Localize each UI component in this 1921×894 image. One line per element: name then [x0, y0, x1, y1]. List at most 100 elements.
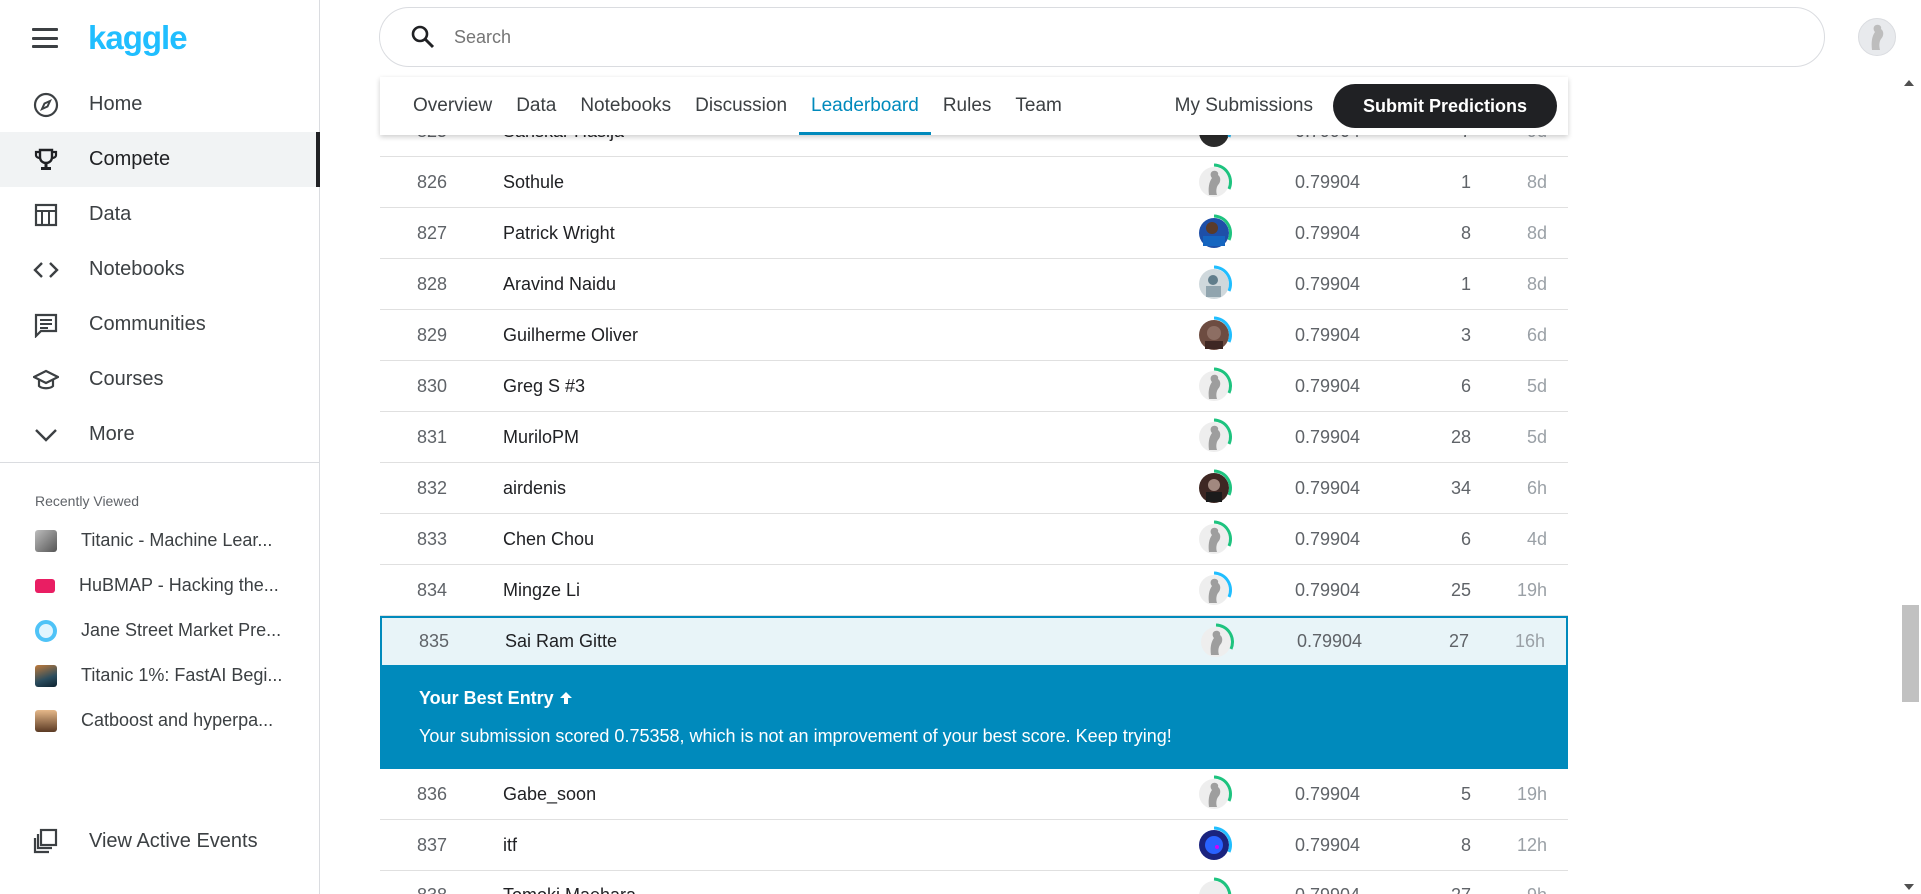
score-cell: 0.79904 — [1295, 834, 1361, 855]
team-name-cell[interactable]: Gabe_soon — [503, 784, 596, 805]
table-row[interactable]: 837 itf 0.79904 8 12h — [380, 820, 1568, 871]
tab-leaderboard[interactable]: Leaderboard — [799, 77, 931, 135]
team-avatar[interactable] — [1195, 469, 1233, 507]
score-cell: 0.79904 — [1295, 885, 1360, 894]
team-avatar[interactable] — [1195, 316, 1233, 354]
sidebar-item-home[interactable]: Home — [0, 77, 320, 132]
last-submission-cell: 8d — [1526, 273, 1547, 294]
rank-cell: 834 — [417, 579, 448, 600]
entries-cell: 1 — [1460, 171, 1471, 192]
search-bar[interactable] — [379, 7, 1825, 67]
table-icon — [32, 201, 60, 229]
team-avatar[interactable] — [1195, 367, 1233, 405]
search-input[interactable] — [454, 26, 1354, 48]
team-avatar[interactable] — [1195, 877, 1233, 894]
team-name-cell[interactable]: Patrick Wright — [503, 223, 615, 244]
team-avatar[interactable] — [1195, 214, 1233, 252]
scrollbar-thumb[interactable] — [1902, 605, 1919, 702]
table-row[interactable]: 834 Mingze Li 0.79904 25 19h — [380, 565, 1568, 616]
sidebar-item-more[interactable]: More — [0, 407, 320, 462]
team-avatar[interactable] — [1195, 826, 1233, 864]
team-name-cell[interactable]: Mingze Li — [503, 580, 580, 601]
team-name-cell[interactable]: Chen Chou — [503, 529, 594, 550]
recent-item[interactable]: Catboost and hyperpa... — [0, 698, 320, 743]
team-avatar[interactable] — [1195, 571, 1233, 609]
active-events-icon — [32, 827, 60, 855]
my-submissions-link[interactable]: My Submissions — [1175, 95, 1313, 117]
recently-viewed-title: Recently Viewed — [35, 493, 140, 509]
team-avatar[interactable] — [1195, 418, 1233, 456]
jane-street-thumbnail-icon — [35, 619, 57, 642]
titanic-thumbnail-icon — [35, 529, 57, 552]
team-name-cell[interactable]: airdenis — [503, 478, 566, 499]
scroll-down-arrow-icon[interactable] — [1904, 884, 1914, 890]
table-row[interactable]: 833 Chen Chou 0.79904 6 4d — [380, 514, 1568, 565]
team-name-cell[interactable]: Sai Ram Gitte — [505, 631, 617, 652]
table-row[interactable]: 830 Greg S #3 0.79904 6 5d — [380, 361, 1568, 412]
recent-item[interactable]: Titanic 1%: FastAI Begi... — [0, 653, 320, 698]
team-name-cell[interactable]: Sothule — [503, 172, 564, 193]
entries-cell: 8 — [1460, 222, 1471, 243]
table-row[interactable]: 826 Sothule 0.79904 1 8d — [380, 157, 1568, 208]
rank-cell: 828 — [417, 273, 448, 294]
sidebar-item-communities[interactable]: Communities — [0, 297, 320, 352]
page-scrollbar[interactable] — [1899, 74, 1921, 894]
tab-discussion[interactable]: Discussion — [683, 77, 799, 135]
kaggle-logo[interactable]: kaggle — [88, 20, 188, 56]
table-row[interactable]: 832 airdenis 0.79904 34 6h — [380, 463, 1568, 514]
sidebar-item-label: More — [89, 423, 135, 445]
compass-icon — [32, 91, 60, 119]
team-avatar[interactable] — [1195, 520, 1233, 558]
team-avatar[interactable] — [1197, 623, 1235, 661]
team-avatar[interactable] — [1195, 163, 1233, 201]
table-row[interactable]: 838 Tomoki Maehara 0.79904 27 9h — [380, 871, 1568, 894]
highlighted-row[interactable]: 835 Sai Ram Gitte 0.79904 27 16h — [380, 616, 1568, 667]
sidebar-item-label: Data — [89, 203, 132, 225]
entries-cell: 27 — [1451, 885, 1471, 894]
table-row[interactable]: 827 Patrick Wright 0.79904 8 8d — [380, 208, 1568, 259]
team-name-cell[interactable]: MuriloPM — [503, 427, 579, 448]
sidebar-item-compete[interactable]: Compete — [0, 132, 320, 187]
sidebar-item-courses[interactable]: Courses — [0, 352, 320, 407]
active-events-label: View Active Events — [89, 829, 258, 852]
fastai-thumbnail-icon — [35, 664, 57, 687]
user-avatar[interactable] — [1858, 18, 1896, 56]
tab-notebooks[interactable]: Notebooks — [568, 77, 683, 135]
last-submission-cell: 5d — [1526, 426, 1547, 447]
tab-rules[interactable]: Rules — [931, 77, 1004, 135]
tab-overview[interactable]: Overview — [401, 77, 504, 135]
school-icon — [32, 366, 60, 394]
team-avatar[interactable] — [1195, 265, 1233, 303]
hamburger-menu-icon[interactable] — [32, 28, 58, 48]
team-name-cell[interactable]: itf — [503, 835, 517, 856]
last-submission-cell: 12h — [1516, 834, 1547, 855]
team-name-cell[interactable]: Aravind Naidu — [503, 274, 616, 295]
scroll-up-arrow-icon[interactable] — [1904, 80, 1914, 86]
team-name-cell[interactable]: Greg S #3 — [503, 376, 585, 397]
tab-data[interactable]: Data — [504, 77, 568, 135]
table-row[interactable]: 829 Guilherme Oliver 0.79904 3 6d — [380, 310, 1568, 361]
last-submission-cell: 19h — [1516, 783, 1547, 804]
recent-item[interactable]: HuBMAP - Hacking the... — [0, 563, 320, 608]
entries-cell: 6 — [1460, 528, 1471, 549]
sidebar-item-data[interactable]: Data — [0, 187, 320, 242]
recent-item[interactable]: Titanic - Machine Lear... — [0, 518, 320, 563]
sidebar-item-notebooks[interactable]: Notebooks — [0, 242, 320, 297]
view-active-events-link[interactable]: View Active Events — [32, 827, 258, 855]
team-name-cell[interactable]: Guilherme Oliver — [503, 325, 638, 346]
entries-cell: 3 — [1460, 324, 1471, 345]
team-avatar[interactable] — [1195, 775, 1233, 813]
table-row[interactable]: 828 Aravind Naidu 0.79904 1 8d — [380, 259, 1568, 310]
tab-team[interactable]: Team — [1003, 77, 1073, 135]
submit-predictions-button[interactable]: Submit Predictions — [1332, 84, 1557, 128]
team-name-cell[interactable]: Tomoki Maehara — [503, 885, 636, 894]
recent-item[interactable]: Jane Street Market Pre... — [0, 608, 320, 653]
table-row[interactable]: 836 Gabe_soon 0.79904 5 19h — [380, 769, 1568, 820]
rank-cell: 829 — [417, 324, 448, 345]
leaderboard-rows: 826 Sothule 0.79904 1 8d 827 Patrick Wright 0.7… — [380, 157, 1568, 616]
table-row[interactable]: 831 MuriloPM 0.79904 28 5d — [380, 412, 1568, 463]
recently-viewed-list: Titanic - Machine Lear... HuBMAP - Hacki… — [0, 518, 320, 743]
entries-cell: 8 — [1460, 834, 1471, 855]
recent-item-label: Catboost and hyperpa... — [81, 710, 274, 730]
trophy-icon — [32, 146, 60, 174]
